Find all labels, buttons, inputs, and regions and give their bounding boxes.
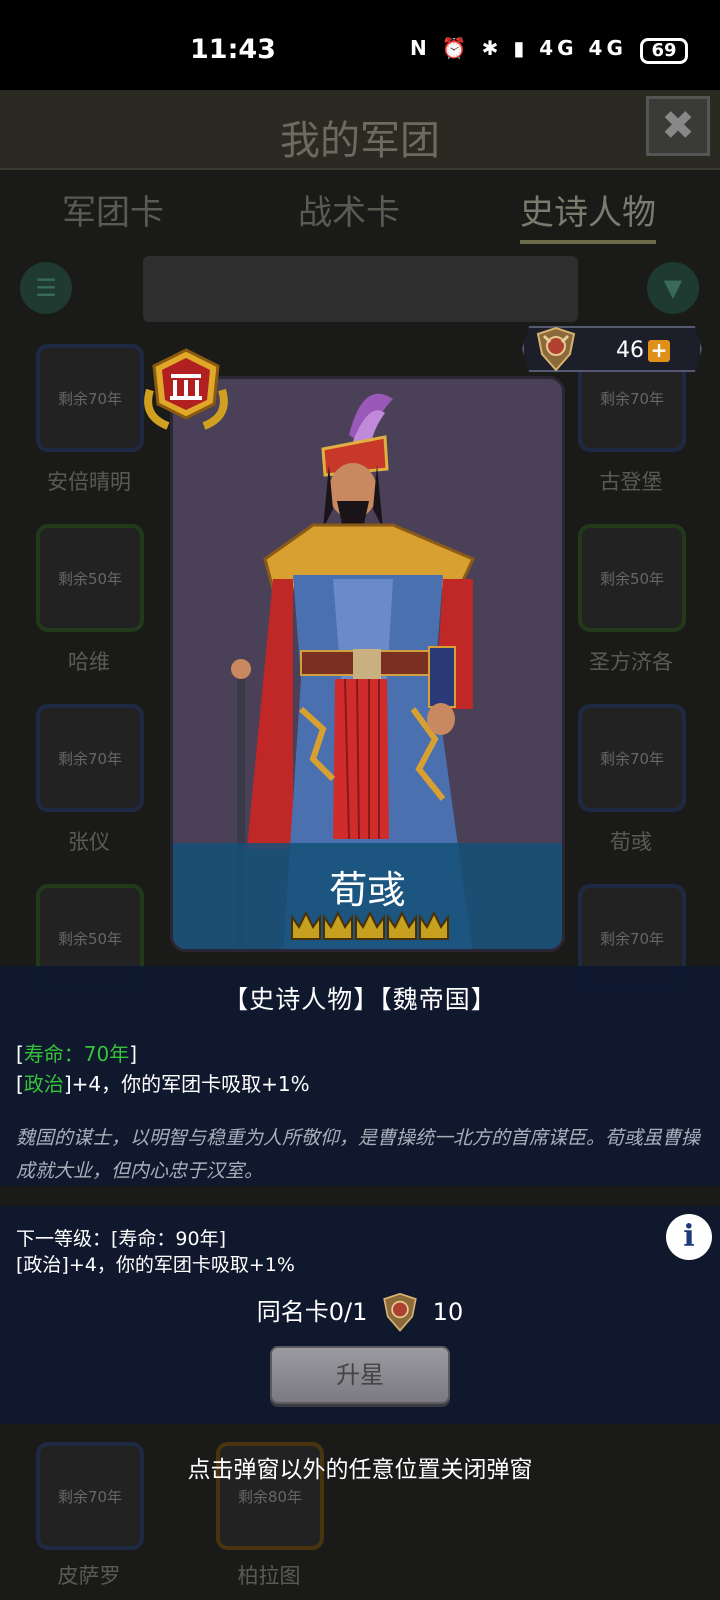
legion-emblem-icon [536, 326, 576, 372]
same-card-label: 同名卡0/1 [256, 1298, 368, 1326]
bg-card-name: 张仪 [68, 830, 110, 854]
star-crown-icon [323, 910, 353, 940]
bg-card-name: 圣方济各 [589, 650, 673, 674]
same-card-cost: 10 [432, 1298, 464, 1326]
bg-card-name: 皮萨罗 [57, 1564, 121, 1588]
bg-card[interactable]: 剩余50年 [36, 524, 144, 632]
bg-card-name: 古登堡 [599, 470, 663, 494]
star-crown-icon [355, 910, 385, 940]
status-icons: N ⏰ ✱ ▮ 4G 4G [410, 36, 627, 60]
info-icon[interactable]: i [666, 1214, 712, 1260]
close-hint: 点击弹窗以外的任意位置关闭弹窗 [187, 1457, 533, 1483]
bg-title: 我的军团 [280, 118, 440, 164]
bg-card-name: 荀彧 [610, 830, 652, 854]
bg-card[interactable]: 剩余70年 [578, 704, 686, 812]
same-card-row: 同名卡0/1 10 [0, 1292, 720, 1334]
status-time: 11:43 [190, 34, 276, 65]
battery-icon: 69 [640, 38, 688, 64]
upgrade-star-button[interactable]: 升星 [270, 1346, 450, 1404]
bg-header: 我的军团 ✖ [0, 90, 720, 170]
bg-card-name: 哈维 [68, 650, 110, 674]
bg-card[interactable]: 剩余70年 [36, 704, 144, 812]
lifespan-line: [寿命：70年] [16, 1042, 138, 1066]
next-level-politics: [政治]+4，你的军团卡吸取+1% [16, 1254, 295, 1276]
politics-line: [政治]+4，你的军团卡吸取+1% [16, 1072, 310, 1096]
hero-info-panel: 【史诗人物】【魏帝国】 [寿命：70年] [政治]+4，你的军团卡吸取+1% 魏… [0, 966, 720, 1186]
next-level-lifespan: 下一等级：[寿命：90年] [16, 1228, 227, 1250]
star-crown-icon [387, 910, 417, 940]
politics-effect: +4，你的军团卡吸取+1% [71, 1072, 310, 1096]
currency-amount: 46 [616, 338, 644, 363]
add-currency-button[interactable]: + [648, 340, 670, 362]
hero-category: 【史诗人物】【魏帝国】 [223, 985, 497, 1014]
star-crowns [291, 910, 449, 940]
politics-tag: 政治 [23, 1072, 64, 1096]
star-crown-icon [291, 910, 321, 940]
tab-legion-card[interactable]: 军团卡 [62, 185, 164, 234]
bg-card-name: 安倍晴明 [47, 470, 131, 494]
hero-card: 荀彧 [170, 376, 565, 952]
star-crown-icon [419, 910, 449, 940]
status-bar: 11:43 N ⏰ ✱ ▮ 4G 4G 69 [0, 0, 720, 90]
tab-tactic-card[interactable]: 战术卡 [298, 185, 400, 234]
bg-tab-bar: 军团卡 战术卡 史诗人物 [0, 185, 720, 245]
tab-epic-figure[interactable]: 史诗人物 [520, 185, 656, 244]
legion-emblem-icon [383, 1292, 417, 1332]
hero-name-band: 荀彧 [173, 843, 562, 949]
lifespan-value: 寿命：70年 [23, 1042, 130, 1066]
hero-name: 荀彧 [329, 868, 406, 912]
bg-card[interactable]: 剩余70年 [36, 344, 144, 452]
bg-close-button[interactable]: ✖ [646, 96, 710, 156]
currency-badge[interactable]: 46 + [522, 326, 702, 372]
rank-laurel-icon [144, 348, 228, 430]
bg-card-name: 柏拉图 [237, 1564, 301, 1588]
next-level-panel: 下一等级：[寿命：90年] [政治]+4，你的军团卡吸取+1% i 同名卡0/1… [0, 1206, 720, 1424]
bg-search-bar[interactable] [143, 256, 578, 322]
filter-icon[interactable]: ▼ [647, 262, 699, 314]
hero-description: 魏国的谋士，以明智与稳重为人所敬仰，是曹操统一北方的首席谋臣。荀彧虽曹操成就大业… [16, 1127, 701, 1182]
bg-card[interactable]: 剩余50年 [578, 524, 686, 632]
list-icon[interactable]: ☰ [20, 262, 72, 314]
